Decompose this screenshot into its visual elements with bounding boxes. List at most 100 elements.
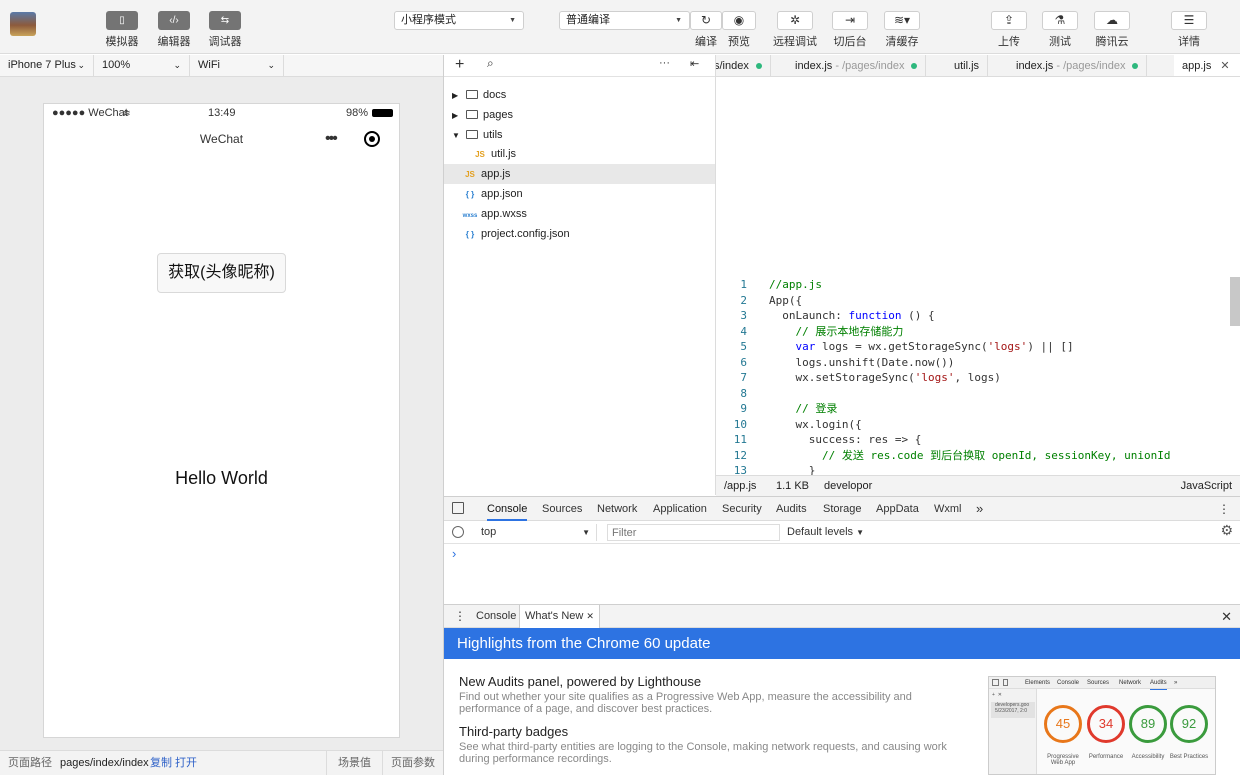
editor-tab[interactable]: index.js - /pages/index [787, 55, 927, 76]
hello-text: Hello World [175, 468, 268, 488]
editor-tab[interactable]: util.js [946, 55, 989, 76]
network-select[interactable]: WiFi ⌄ [190, 55, 284, 76]
file-tree-item[interactable]: JS util.js [444, 144, 715, 164]
devtools-tab-wxml[interactable]: Wxml [934, 497, 962, 521]
whats-new-item-desc: See what third-party entities are loggin… [459, 741, 947, 765]
caret-right-icon[interactable]: ▶ [452, 86, 466, 106]
upload-button[interactable]: ⇪ [991, 11, 1027, 30]
folder-icon [466, 109, 478, 119]
code-line: 9 // 登录 [716, 401, 1226, 417]
audit-score-label: Best Practices [1169, 754, 1209, 760]
close-icon[interactable]: ✕ [586, 611, 594, 621]
folder-icon [466, 90, 478, 99]
code-editor[interactable]: 1//app.js 2 App({3 onLaunch: function () {… [716, 275, 1240, 475]
code-line: 8 [716, 386, 1226, 402]
switch-icon: ⇥ [844, 13, 856, 27]
page-path-bar: 页面路径 pages/index/index 复制 打开 场景值 页面参数 [0, 750, 443, 775]
status-language[interactable]: JavaScript [1181, 476, 1232, 496]
gear-icon[interactable]: ⚙ [1220, 522, 1233, 539]
devtools-tab-application[interactable]: Application [653, 497, 707, 521]
file-tree-item[interactable]: ▼ utils [444, 125, 715, 145]
close-drawer-icon[interactable]: ✕ [1221, 605, 1232, 628]
editor-toggle-button[interactable]: ‹/› 编辑器 [149, 11, 199, 49]
context-select[interactable]: top ▼ [477, 524, 597, 541]
more-tabs-icon[interactable]: » [976, 497, 983, 521]
line-number: 2 [740, 293, 747, 307]
search-icon[interactable]: ⌕ [487, 56, 494, 71]
mode-select[interactable]: 小程序模式 ▼ [394, 11, 524, 30]
code-icon: ‹/› [158, 11, 190, 30]
details-button[interactable]: ☰ [1171, 11, 1207, 30]
devtools-tab-security[interactable]: Security [722, 497, 762, 521]
tencent-cloud-button[interactable]: ☁ [1094, 11, 1130, 30]
line-number: 13 [733, 464, 747, 475]
file-tree-item[interactable]: ▶ docs [444, 85, 715, 105]
file-tree-item[interactable]: wxss app.wxss [444, 204, 715, 224]
line-number: 12 [733, 448, 747, 462]
simulator-toggle-button[interactable]: ▯ 模拟器 [97, 11, 147, 49]
zoom-select[interactable]: 100% ⌄ [94, 55, 190, 76]
caret-right-icon[interactable]: ▶ [452, 106, 466, 126]
compile-mode-select[interactable]: 普通编译 ▼ [559, 11, 690, 30]
tencent-cloud-label: 腾讯云 [1095, 36, 1129, 48]
clear-console-icon[interactable] [452, 526, 464, 538]
collapse-panel-icon[interactable]: ⇤ [690, 57, 699, 70]
code-line: 11 success: res => { [716, 432, 1226, 448]
drawer-menu-icon[interactable]: ⋮ [454, 605, 466, 628]
file-tree-item[interactable]: JS app.js [444, 164, 715, 185]
more-vertical-icon[interactable]: ⋮ [1218, 497, 1230, 521]
preview-button[interactable]: ◉ [722, 11, 756, 30]
scene-value-button[interactable]: 场景值 [326, 751, 382, 775]
debugger-toggle-button[interactable]: ⇆ 调试器 [200, 11, 250, 49]
devtools-tab-network[interactable]: Network [597, 497, 637, 521]
audit-score-label: Performance [1088, 754, 1124, 760]
file-tree-item[interactable]: ▶ pages [444, 105, 715, 125]
compile-button[interactable]: ↻ [690, 11, 722, 30]
remote-debug-button[interactable]: ✲ [777, 11, 813, 30]
whats-new-item-title[interactable]: Third-party badges [459, 724, 568, 739]
devtools-tab-storage[interactable]: Storage [823, 497, 862, 521]
battery-label: 98% [346, 107, 369, 119]
page-path-label: 页面路径 [8, 757, 52, 769]
close-tab-icon[interactable]: ✕ [1220, 60, 1229, 72]
console-output[interactable]: › [444, 544, 1240, 604]
editor-tab-bar: s/index index.js - /pages/index util.js ind… [716, 55, 1240, 77]
audits-screenshot: Elements Console Sources Network Audits » + ✕… [988, 676, 1216, 775]
editor-tab[interactable]: index.js - /pages/index [1008, 55, 1148, 76]
get-userinfo-button[interactable]: 获取(头像昵称) [157, 253, 286, 293]
file-tree-item[interactable]: { } app.json [444, 184, 715, 204]
editor-scrollbar[interactable] [1230, 277, 1240, 326]
code-line: 5 var logs = wx.getStorageSync('logs') |… [716, 339, 1226, 355]
code-line: 2 App({ [716, 293, 1226, 309]
file-tree-item[interactable]: { } project.config.json [444, 224, 715, 244]
copy-path-link[interactable]: 复制 [150, 751, 172, 775]
open-path-link[interactable]: 打开 [175, 751, 197, 775]
phone-icon: ▯ [106, 11, 138, 30]
page-params-button[interactable]: 页面参数 [382, 751, 443, 775]
drawer-tab-console[interactable]: Console [476, 605, 516, 628]
editor-tab[interactable]: s/index [716, 55, 771, 76]
whats-new-item-title[interactable]: New Audits panel, powered by Lighthouse [459, 674, 701, 689]
more-icon[interactable]: ··· [659, 57, 670, 69]
editor-tab[interactable]: app.js ✕ [1174, 55, 1240, 76]
line-number: 5 [740, 340, 747, 353]
close-circle-icon[interactable] [364, 131, 380, 147]
more-menu-icon[interactable]: ••• [325, 130, 338, 148]
drawer-tab-whats-new[interactable]: What's New ✕ [519, 605, 600, 628]
devtools-tab-audits[interactable]: Audits [776, 497, 807, 521]
code-line: 12 // 发送 res.code 到后台换取 openId, sessionK… [716, 448, 1226, 464]
clear-cache-button[interactable]: ≋▾ [884, 11, 920, 30]
devtools-tab-sources[interactable]: Sources [542, 497, 582, 521]
devtools-tab-appdata[interactable]: AppData [876, 497, 919, 521]
inspect-element-icon[interactable] [452, 502, 464, 514]
console-filter-input[interactable] [607, 524, 780, 541]
upload-label: 上传 [998, 36, 1020, 48]
log-levels-select[interactable]: Default levels ▼ [787, 524, 864, 541]
clear-cache-label: 清缓存 [885, 36, 919, 48]
devtools-tab-console[interactable]: Console [487, 497, 528, 521]
add-file-icon[interactable]: + [455, 55, 464, 75]
test-button[interactable]: ⚗ [1042, 11, 1078, 30]
caret-down-icon[interactable]: ▼ [452, 126, 466, 146]
device-select[interactable]: iPhone 7 Plus ⌄ [0, 55, 94, 76]
background-button[interactable]: ⇥ [832, 11, 868, 30]
